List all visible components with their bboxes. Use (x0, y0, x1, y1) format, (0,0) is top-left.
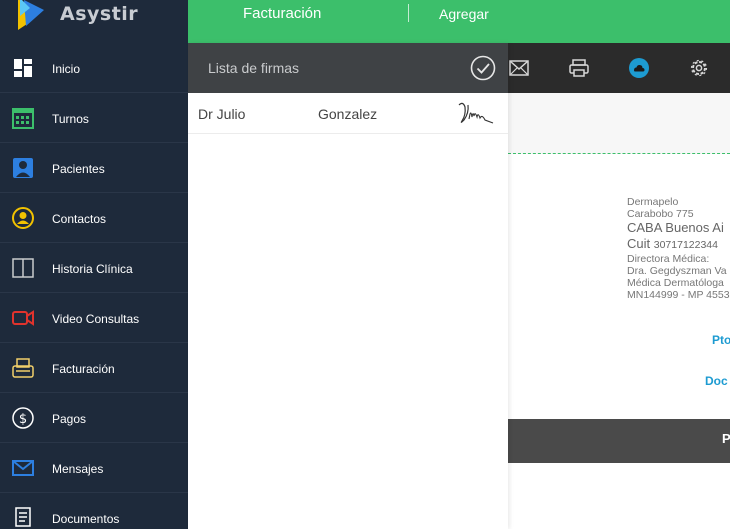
document-toolbar (508, 43, 730, 93)
signature-last-name: Gonzalez (318, 106, 378, 122)
document-header (508, 93, 730, 154)
sidebar-item-label: Contactos (52, 212, 107, 226)
sidebar-item-label: Mensajes (52, 462, 104, 476)
director-specialty: Médica Dermatóloga (627, 277, 724, 289)
patient-icon (13, 158, 33, 178)
director-name: Dra. Gegdyszman Va (627, 265, 727, 277)
document-field-pto[interactable]: Pto (712, 333, 730, 347)
contacts-icon (12, 207, 34, 229)
logo-icon (18, 0, 44, 30)
cuit-label: Cuit (627, 236, 651, 251)
print-icon[interactable] (568, 58, 590, 78)
panel-title: Lista de firmas (208, 60, 300, 76)
check-circle-icon[interactable] (470, 55, 496, 81)
clinic-name: Dermapelo (627, 196, 679, 208)
documents-icon (15, 507, 31, 527)
sidebar-item-video-consultas[interactable]: Video Consultas (0, 293, 188, 343)
cloud-icon[interactable] (628, 58, 650, 78)
sidebar-item-label: Pacientes (52, 162, 105, 176)
sidebar-item-turnos[interactable]: Turnos (0, 93, 188, 143)
gear-icon[interactable] (688, 58, 710, 78)
calendar-icon (12, 108, 34, 129)
document-table-header: P (508, 419, 730, 463)
envelope-icon (12, 460, 34, 476)
sidebar-item-label: Historia Clínica (52, 262, 133, 276)
sidebar-item-facturacion[interactable]: Facturación (0, 343, 188, 393)
signature-image (458, 102, 494, 124)
sidebar-item-documentos[interactable]: Documentos (0, 493, 188, 529)
sidebar-item-historia-clinica[interactable]: Historia Clínica (0, 243, 188, 293)
document-table-header-text: P (722, 431, 730, 446)
top-bar: Facturación Agregar (188, 0, 730, 43)
sidebar-item-label: Inicio (52, 62, 81, 76)
top-bar-divider (408, 4, 409, 22)
director-title: Directora Médica: (627, 253, 710, 265)
sidebar-item-pacientes[interactable]: Pacientes (0, 143, 188, 193)
sidebar-item-label: Documentos (52, 512, 120, 526)
add-button[interactable]: Agregar (439, 6, 489, 22)
sidebar-item-label: Facturación (52, 362, 115, 376)
director-license: MN144999 - MP 4553 (627, 289, 730, 301)
clinic-street: Carabobo 775 (627, 208, 694, 220)
signature-row[interactable]: Dr Julio Gonzalez (188, 93, 508, 134)
sidebar-item-inicio[interactable]: Inicio (0, 43, 188, 93)
billing-icon (12, 358, 34, 378)
book-icon (12, 258, 34, 278)
panel-header: Lista de firmas (188, 43, 508, 93)
sidebar-nav: Inicio Turnos Pacientes Contactos Histor… (0, 43, 188, 529)
sidebar-item-label: Turnos (52, 112, 89, 126)
sidebar-item-contactos[interactable]: Contactos (0, 193, 188, 243)
clinic-cuit: Cuit 30717122344 (627, 236, 730, 253)
svg-text:$: $ (19, 412, 27, 427)
dashboard-icon (14, 59, 32, 77)
mail-icon[interactable] (508, 58, 530, 78)
sidebar-item-pagos[interactable]: $ Pagos (0, 393, 188, 443)
sidebar-item-label: Pagos (52, 412, 87, 426)
signature-first-name: Dr Julio (198, 106, 246, 122)
document-field-doc[interactable]: Doc (705, 374, 728, 388)
clinic-info: Dermapelo Carabobo 775 CABA Buenos Ai Cu… (627, 196, 730, 301)
app-name: Asystir (60, 3, 139, 25)
sidebar-item-mensajes[interactable]: Mensajes (0, 443, 188, 493)
dollar-icon: $ (12, 407, 34, 429)
cuit-value: 30717122344 (653, 239, 718, 251)
page-title: Facturación (243, 5, 322, 22)
signature-list-panel: Lista de firmas Dr Julio Gonzalez (188, 43, 508, 529)
clinic-city: CABA Buenos Ai (627, 220, 724, 235)
sidebar: Asystir Inicio Turnos Pacientes Contacto… (0, 0, 188, 529)
sidebar-item-label: Video Consultas (52, 312, 140, 326)
video-camera-icon (12, 310, 34, 326)
logo[interactable]: Asystir (0, 0, 188, 43)
